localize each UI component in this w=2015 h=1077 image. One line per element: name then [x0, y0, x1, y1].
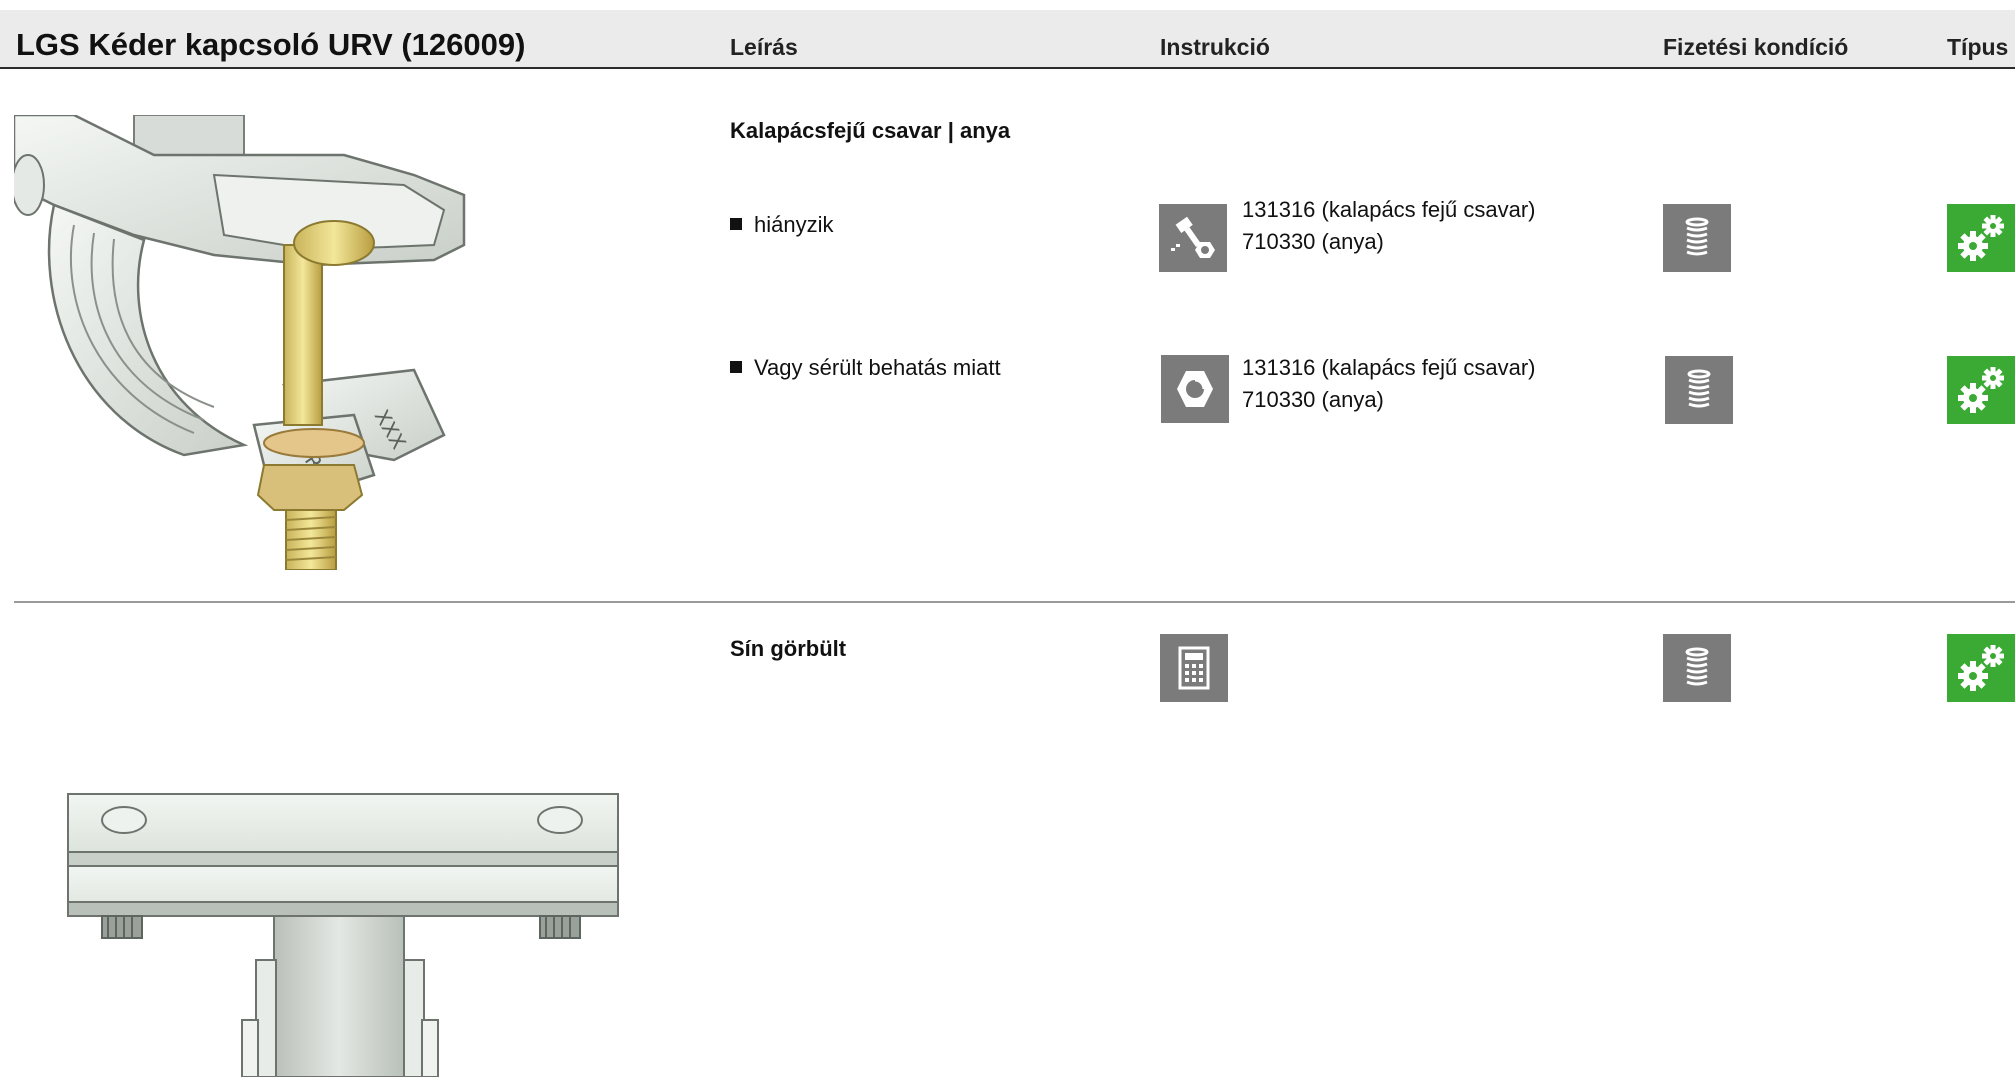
- instruction-line: 710330 (anya): [1242, 229, 1384, 254]
- column-header-description: Leírás: [730, 34, 798, 60]
- calculator-icon: [1160, 634, 1228, 702]
- page-title: LGS Kéder kapcsoló URV (126009): [16, 27, 526, 62]
- gears-icon: [1947, 204, 2015, 272]
- coupler-clamp-illustration: XXX RR-VA: [14, 115, 466, 570]
- section-divider: [14, 601, 2015, 603]
- instruction-line: 710330 (anya): [1242, 387, 1384, 412]
- column-header-payment: Fizetési kondíció: [1663, 34, 1849, 60]
- item-description-text: hiányzik: [754, 212, 834, 237]
- nut-icon: [1161, 355, 1229, 423]
- gears-icon: [1947, 634, 2015, 702]
- item-description-text: Vagy sérült behatás miatt: [754, 355, 1001, 380]
- coin-stack-icon: [1663, 204, 1731, 272]
- item-description-damaged: Vagy sérült behatás miatt: [730, 355, 1001, 381]
- item-description-missing: hiányzik: [730, 212, 833, 238]
- gears-icon: [1947, 356, 2015, 424]
- column-header-instruction: Instrukció: [1160, 34, 1270, 60]
- instruction-text-damaged: 131316 (kalapács fejű csavar) 710330 (an…: [1242, 352, 1536, 416]
- instruction-text-missing: 131316 (kalapács fejű csavar) 710330 (an…: [1242, 194, 1536, 258]
- coin-stack-icon: [1663, 634, 1731, 702]
- rail-plate-illustration: [67, 793, 619, 1077]
- section-title-rail-bent: Sín görbült: [730, 636, 847, 661]
- bolt-nut-icon: [1159, 204, 1227, 272]
- bullet-icon: [730, 361, 742, 373]
- coin-stack-icon: [1665, 356, 1733, 424]
- instruction-line: 131316 (kalapács fejű csavar): [1242, 355, 1536, 380]
- table-header: LGS Kéder kapcsoló URV (126009) Leírás I…: [0, 10, 2015, 69]
- column-header-type: Típus: [1947, 34, 2009, 60]
- section-title-bolt-nut: Kalapácsfejű csavar | anya: [730, 118, 1011, 143]
- bullet-icon: [730, 218, 742, 230]
- instruction-line: 131316 (kalapács fejű csavar): [1242, 197, 1536, 222]
